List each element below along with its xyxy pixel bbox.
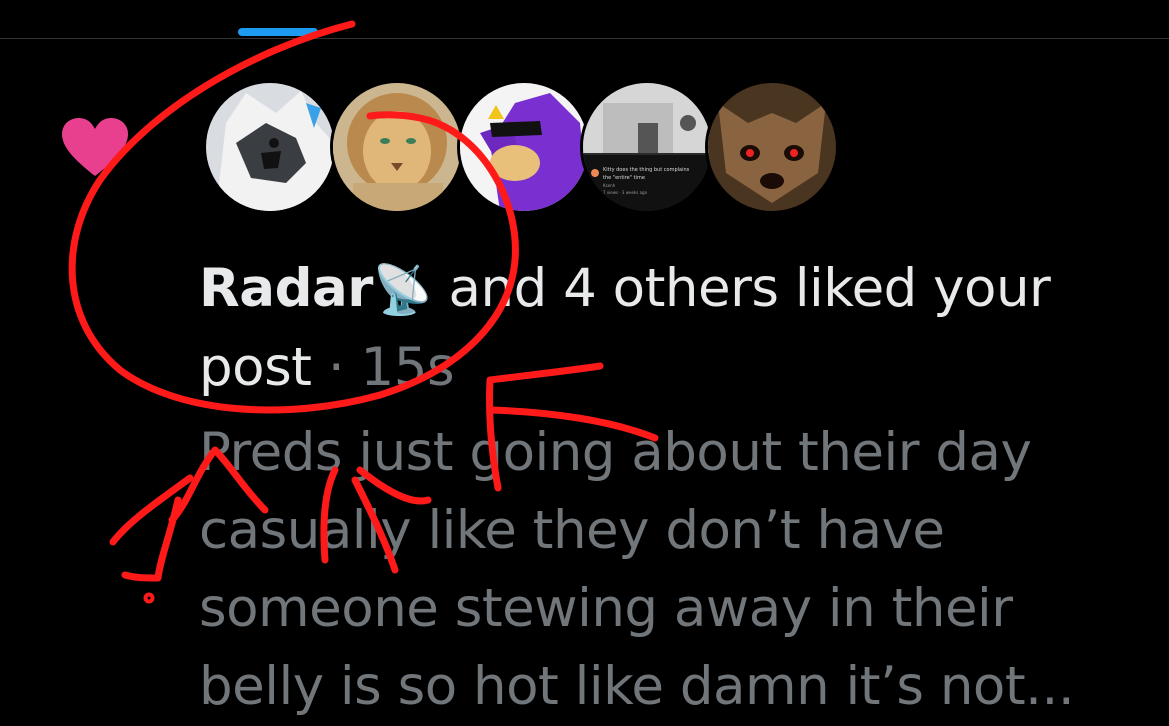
avatar-lion[interactable] — [330, 80, 464, 214]
timestamp[interactable]: 15s — [361, 337, 455, 398]
post-preview-line: casually like they don’t have — [199, 500, 945, 561]
avatar-white-wolf[interactable] — [203, 80, 337, 214]
avatar-video-thumbnail[interactable]: Kitty does the thing but complains the "… — [580, 80, 714, 214]
thumbnail-caption-1: Kitty does the thing but complains — [603, 167, 690, 173]
thumbnail-caption-4: 7 views · 3 weeks ago — [603, 190, 648, 195]
heart-icon — [62, 118, 128, 176]
thumbnail-caption-3: Ksenh — [603, 183, 616, 188]
actor-name[interactable]: Radar — [199, 258, 373, 319]
satellite-dish-icon: 📡 — [372, 262, 433, 318]
notification-summary: Radar📡 and 4 others liked your post · 15… — [199, 250, 1139, 407]
post-preview-line: belly is so hot like damn it’s not... — [199, 656, 1075, 717]
post-preview-line: someone stewing away in their — [199, 578, 1013, 639]
active-tab-indicator — [238, 28, 318, 36]
post-preview-line: Preds just going about their day — [199, 422, 1032, 483]
post-preview[interactable]: Preds just going about their day casuall… — [199, 414, 1159, 726]
avatar-brown-wolf[interactable] — [705, 80, 839, 214]
top-divider — [0, 38, 1169, 39]
thumbnail-caption-2: the "entire" time — [603, 175, 645, 181]
avatar-purple-hedgehog[interactable] — [457, 80, 591, 214]
separator: · — [311, 337, 361, 398]
